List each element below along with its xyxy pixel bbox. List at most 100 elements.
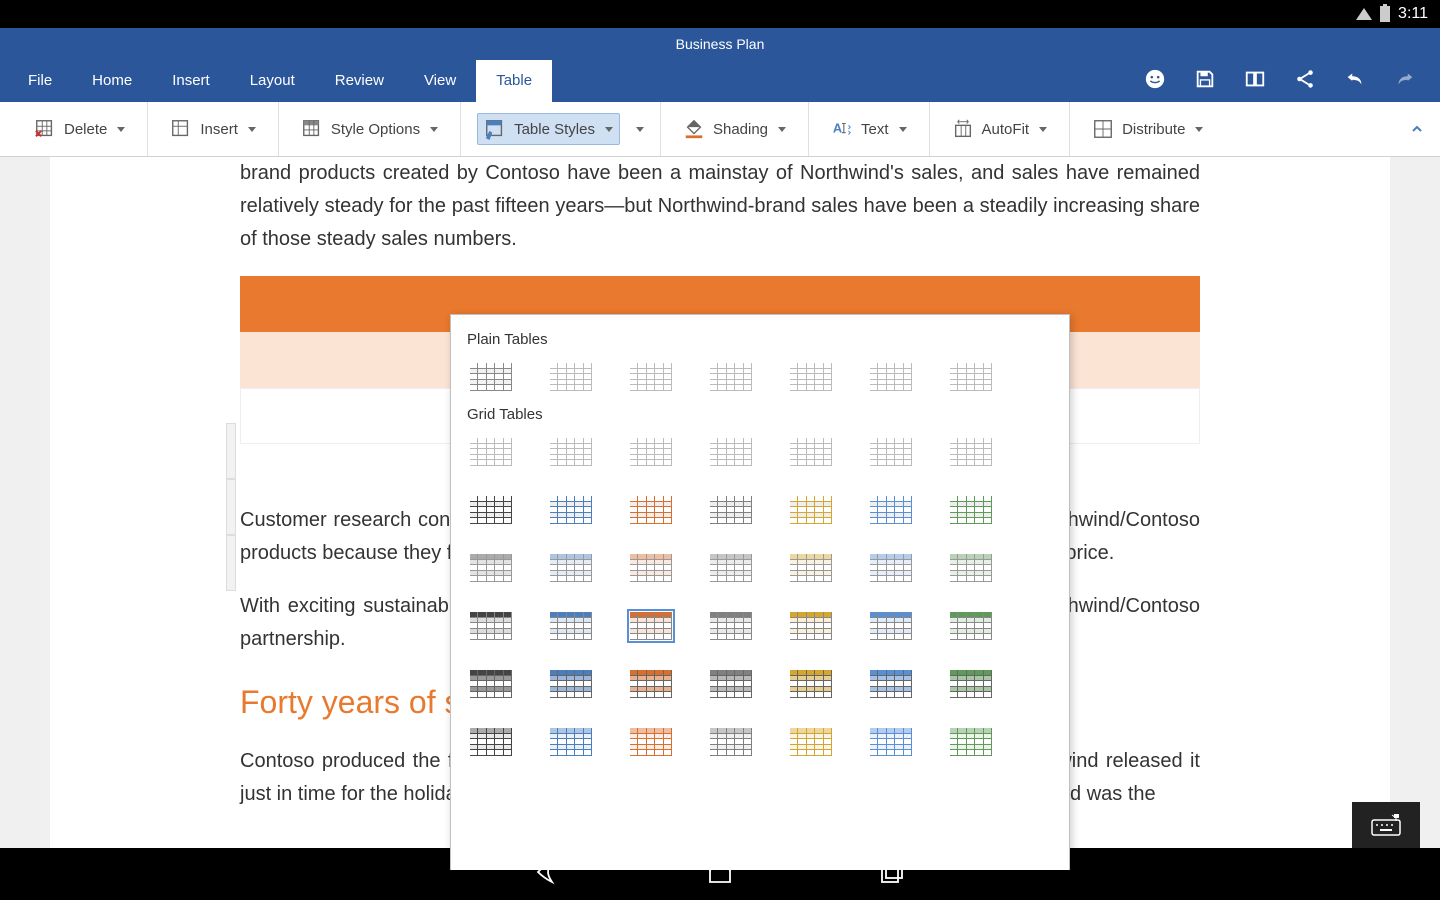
redo-icon[interactable]: [1394, 68, 1416, 95]
table-style-option[interactable]: [547, 493, 595, 527]
table-style-option[interactable]: [547, 725, 595, 759]
table-style-option[interactable]: [867, 551, 915, 585]
table-style-option[interactable]: [467, 360, 515, 394]
table-style-option[interactable]: [547, 360, 595, 394]
table-style-option[interactable]: [467, 725, 515, 759]
document-title: Business Plan: [676, 36, 765, 52]
document-canvas[interactable]: brand products created by Contoso have b…: [0, 157, 1440, 870]
table-style-option[interactable]: [547, 609, 595, 643]
table-style-option[interactable]: [707, 360, 755, 394]
table-style-option[interactable]: [707, 725, 755, 759]
insert-button[interactable]: Insert: [164, 114, 262, 144]
table-style-option[interactable]: [467, 609, 515, 643]
table-style-option[interactable]: [867, 360, 915, 394]
grid-tables-grid: [463, 435, 1057, 759]
save-icon[interactable]: [1194, 68, 1216, 95]
table-style-option[interactable]: [627, 725, 675, 759]
table-style-option[interactable]: [867, 493, 915, 527]
table-styles-button[interactable]: Table Styles: [477, 113, 620, 145]
status-time: 3:11: [1398, 5, 1428, 23]
ribbon-collapse-icon[interactable]: [1410, 122, 1424, 141]
table-insert-icon: [170, 118, 192, 140]
table-style-option[interactable]: [867, 609, 915, 643]
table-style-option[interactable]: [867, 435, 915, 469]
table-style-option[interactable]: [547, 435, 595, 469]
table-style-option[interactable]: [947, 435, 995, 469]
document-title-bar: Business Plan: [0, 28, 1440, 60]
distribute-button[interactable]: Distribute: [1086, 114, 1209, 144]
insert-label: Insert: [200, 121, 238, 138]
dropdown-section-heading: Plain Tables: [467, 331, 1057, 348]
table-style-option[interactable]: [467, 435, 515, 469]
table-style-option[interactable]: [707, 609, 755, 643]
keyboard-toggle[interactable]: [1352, 802, 1420, 848]
emoji-icon[interactable]: [1144, 68, 1166, 95]
wifi-icon: [1356, 8, 1372, 20]
read-mode-icon[interactable]: [1244, 68, 1266, 95]
table-style-option[interactable]: [627, 435, 675, 469]
distribute-icon: [1092, 118, 1114, 140]
menu-insert[interactable]: Insert: [152, 60, 230, 102]
table-delete-icon: [34, 118, 56, 140]
table-style-option[interactable]: [947, 493, 995, 527]
table-style-option[interactable]: [627, 667, 675, 701]
table-style-option[interactable]: [947, 551, 995, 585]
body-paragraph[interactable]: brand products created by Contoso have b…: [240, 157, 1200, 256]
table-style-option[interactable]: [787, 435, 835, 469]
table-style-option[interactable]: [787, 725, 835, 759]
menu-view[interactable]: View: [404, 60, 476, 102]
ribbon-toolbar: Delete Insert Style Options Table Styles…: [0, 102, 1440, 157]
table-style-option[interactable]: [627, 551, 675, 585]
menu-review[interactable]: Review: [315, 60, 404, 102]
table-style-option[interactable]: [947, 725, 995, 759]
undo-icon[interactable]: [1344, 68, 1366, 95]
menu-layout[interactable]: Layout: [230, 60, 315, 102]
table-style-option[interactable]: [467, 667, 515, 701]
table-style-option[interactable]: [707, 667, 755, 701]
shading-icon: [683, 118, 705, 140]
text-button[interactable]: A Text: [825, 114, 913, 144]
android-status-bar: 3:11: [0, 0, 1440, 28]
table-style-option[interactable]: [947, 667, 995, 701]
row-marker[interactable]: [226, 479, 236, 535]
table-style-option[interactable]: [547, 551, 595, 585]
table-style-option[interactable]: [787, 551, 835, 585]
table-style-option[interactable]: [867, 725, 915, 759]
svg-text:A: A: [833, 121, 842, 136]
autofit-icon: [952, 118, 974, 140]
distribute-label: Distribute: [1122, 121, 1185, 138]
table-style-option[interactable]: [467, 493, 515, 527]
style-options-button[interactable]: Style Options: [295, 114, 444, 144]
shading-button[interactable]: Shading: [677, 114, 792, 144]
table-style-option[interactable]: [787, 360, 835, 394]
table-style-option[interactable]: [467, 551, 515, 585]
keyboard-icon: [1371, 814, 1401, 836]
menu-file[interactable]: File: [8, 60, 72, 102]
table-style-option[interactable]: [707, 493, 755, 527]
row-marker[interactable]: [226, 535, 236, 591]
autofit-button[interactable]: AutoFit: [946, 114, 1054, 144]
table-style-option[interactable]: [627, 609, 675, 643]
table-styles-dropdown: Plain Tables Grid Tables: [450, 314, 1070, 870]
delete-button[interactable]: Delete: [28, 114, 131, 144]
table-style-option[interactable]: [627, 493, 675, 527]
table-style-option[interactable]: [947, 360, 995, 394]
table-style-option[interactable]: [707, 435, 755, 469]
table-style-option[interactable]: [547, 667, 595, 701]
table-style-option[interactable]: [787, 493, 835, 527]
table-style-option[interactable]: [787, 667, 835, 701]
autofit-label: AutoFit: [982, 121, 1030, 138]
table-style-option[interactable]: [787, 609, 835, 643]
delete-label: Delete: [64, 121, 107, 138]
table-style-option[interactable]: [867, 667, 915, 701]
table-style-option[interactable]: [627, 360, 675, 394]
share-icon[interactable]: [1294, 68, 1316, 95]
battery-icon: [1380, 6, 1390, 22]
menu-table[interactable]: Table: [476, 60, 552, 102]
row-marker[interactable]: [226, 423, 236, 479]
style-options-label: Style Options: [331, 121, 420, 138]
table-style-option[interactable]: [947, 609, 995, 643]
menu-home[interactable]: Home: [72, 60, 152, 102]
table-style-option[interactable]: [707, 551, 755, 585]
plain-tables-grid: [463, 360, 1057, 394]
